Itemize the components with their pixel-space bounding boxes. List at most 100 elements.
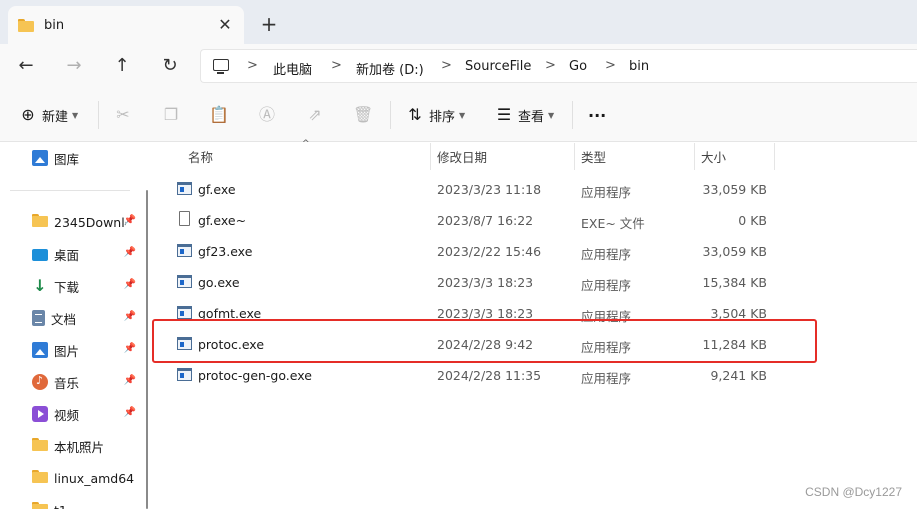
pin-icon: 📌 xyxy=(123,407,136,418)
more-options-button[interactable]: ··· xyxy=(588,103,606,127)
breadcrumb-this-pc[interactable]: 此电脑 xyxy=(273,59,312,78)
delete-icon: 🗑 xyxy=(353,105,374,124)
sidebar-item-gallery[interactable]: 图库 xyxy=(32,147,140,169)
rename-button[interactable]: Ⓐ xyxy=(257,103,277,127)
sort-button-label: 排序 xyxy=(429,109,456,125)
sidebar-item-t1[interactable]: t1 xyxy=(32,499,140,509)
file-name: gf.exe xyxy=(198,182,236,197)
back-arrow-icon[interactable]: ← xyxy=(14,54,38,78)
file-type: 应用程序 xyxy=(581,278,632,293)
file-row[interactable]: go.exe 2023/3/3 18:23 应用程序 15,384 KB xyxy=(155,267,917,298)
sidebar-item-videos[interactable]: 视频 📌 xyxy=(32,403,140,425)
file-size: 0 KB xyxy=(738,213,767,228)
file-name: protoc-gen-go.exe xyxy=(198,368,312,383)
copy-icon: ❐ xyxy=(163,105,179,124)
column-divider[interactable] xyxy=(694,143,695,170)
watermark: CSDN @Dcy1227 xyxy=(805,485,902,499)
gallery-icon xyxy=(32,150,48,166)
sidebar-item-2345downloads[interactable]: 2345Downlc 📌 xyxy=(32,211,140,233)
column-header-name[interactable]: 名称 xyxy=(188,143,213,170)
tab-bar: bin ✕ + xyxy=(0,0,917,44)
pin-icon: 📌 xyxy=(123,375,136,386)
refresh-icon[interactable]: ↻ xyxy=(158,54,182,78)
sidebar-item-downloads[interactable]: ↓ 下载 📌 xyxy=(32,275,140,297)
file-row[interactable]: gf.exe~ 2023/8/7 16:22 EXE~ 文件 0 KB xyxy=(155,205,917,236)
chevron-down-icon: ▼ xyxy=(459,110,466,120)
sidebar-item-label: t1 xyxy=(54,503,67,509)
breadcrumb-sourcefile[interactable]: SourceFile xyxy=(465,59,531,74)
sidebar-item-label: 文档 xyxy=(51,311,77,327)
view-list-icon: ☰ xyxy=(496,105,512,124)
new-tab-button[interactable]: + xyxy=(258,13,280,35)
file-name: gf23.exe xyxy=(198,244,253,259)
new-button-label: 新建 xyxy=(42,109,69,125)
file-row[interactable]: gf23.exe 2023/2/22 15:46 应用程序 33,059 KB xyxy=(155,236,917,267)
column-divider[interactable] xyxy=(430,143,431,170)
download-icon: ↓ xyxy=(33,276,47,295)
sidebar-item-documents[interactable]: 文档 📌 xyxy=(32,307,140,329)
pin-icon: 📌 xyxy=(123,343,136,354)
highlight-box xyxy=(152,319,817,363)
file-type: 应用程序 xyxy=(581,247,632,262)
column-header-date[interactable]: 修改日期 xyxy=(437,143,487,170)
file-date: 2023/8/7 16:22 xyxy=(437,213,534,228)
file-size: 33,059 KB xyxy=(702,244,767,259)
toolbar-divider xyxy=(390,101,391,129)
breadcrumb-separator: > xyxy=(247,58,258,73)
paste-icon: 📋 xyxy=(209,105,229,124)
music-icon xyxy=(32,374,48,390)
view-button-label: 查看 xyxy=(518,109,545,125)
sort-ascending-icon: ^ xyxy=(302,139,310,149)
breadcrumb-drive-d[interactable]: 新加卷 (D:) xyxy=(356,59,424,78)
share-icon: ⇗ xyxy=(308,105,322,124)
cut-icon: ✂ xyxy=(116,105,130,124)
tab-title: bin xyxy=(44,17,65,33)
view-button[interactable]: ☰ 查看 ▼ xyxy=(494,103,554,127)
sidebar-item-linux-amd64[interactable]: linux_amd64 xyxy=(32,467,140,489)
sidebar-item-label: 下载 xyxy=(54,279,80,295)
breadcrumb-separator: > xyxy=(331,58,342,73)
column-header-type[interactable]: 类型 xyxy=(581,143,606,170)
tab-bin[interactable]: bin ✕ xyxy=(8,6,244,44)
pin-icon: 📌 xyxy=(123,311,136,322)
breadcrumb-bin[interactable]: bin xyxy=(629,59,649,74)
copy-button[interactable]: ❐ xyxy=(161,103,181,127)
sidebar-item-local-photos[interactable]: 本机照片 xyxy=(32,435,140,457)
plus-circle-icon: ⊕ xyxy=(21,105,35,124)
address-bar[interactable]: > 此电脑 > 新加卷 (D:) > SourceFile > Go > bin xyxy=(200,49,917,83)
file-date: 2023/3/23 11:18 xyxy=(437,182,542,197)
pictures-icon xyxy=(32,342,48,358)
forward-arrow-icon[interactable]: → xyxy=(62,54,86,78)
sort-button[interactable]: ⇅ 排序 ▼ xyxy=(405,103,465,127)
folder-icon xyxy=(18,18,34,32)
breadcrumb-go[interactable]: Go xyxy=(569,59,587,74)
close-tab-icon[interactable]: ✕ xyxy=(216,16,234,34)
new-button[interactable]: ⊕ 新建 ▼ xyxy=(18,103,78,127)
column-divider[interactable] xyxy=(574,143,575,170)
delete-button[interactable]: 🗑 xyxy=(353,103,373,127)
file-date: 2024/2/28 11:35 xyxy=(437,368,542,383)
paste-button[interactable]: 📋 xyxy=(209,103,229,127)
pin-icon: 📌 xyxy=(123,247,136,258)
sidebar-item-music[interactable]: 音乐 📌 xyxy=(32,371,140,393)
file-row[interactable]: gf.exe 2023/3/23 11:18 应用程序 33,059 KB xyxy=(155,174,917,205)
sidebar-divider xyxy=(10,190,130,191)
column-header-size[interactable]: 大小 xyxy=(701,143,726,170)
executable-icon xyxy=(177,306,192,319)
toolbar-divider xyxy=(98,101,99,129)
file-row[interactable]: protoc-gen-go.exe 2024/2/28 11:35 应用程序 9… xyxy=(155,360,917,391)
folder-icon xyxy=(32,214,48,230)
blank-file-icon xyxy=(179,211,190,226)
cut-button[interactable]: ✂ xyxy=(113,103,133,127)
share-button[interactable]: ⇗ xyxy=(305,103,325,127)
sidebar-scrollbar[interactable] xyxy=(146,190,148,509)
sidebar-item-pictures[interactable]: 图片 📌 xyxy=(32,339,140,361)
column-divider[interactable] xyxy=(774,143,775,170)
sidebar-item-desktop[interactable]: 桌面 📌 xyxy=(32,243,140,265)
executable-icon xyxy=(177,368,192,381)
breadcrumb-separator: > xyxy=(545,58,556,73)
file-size: 15,384 KB xyxy=(702,275,767,290)
executable-icon xyxy=(177,244,192,257)
up-arrow-icon[interactable]: ↑ xyxy=(110,54,134,78)
sort-icon: ⇅ xyxy=(408,105,422,124)
